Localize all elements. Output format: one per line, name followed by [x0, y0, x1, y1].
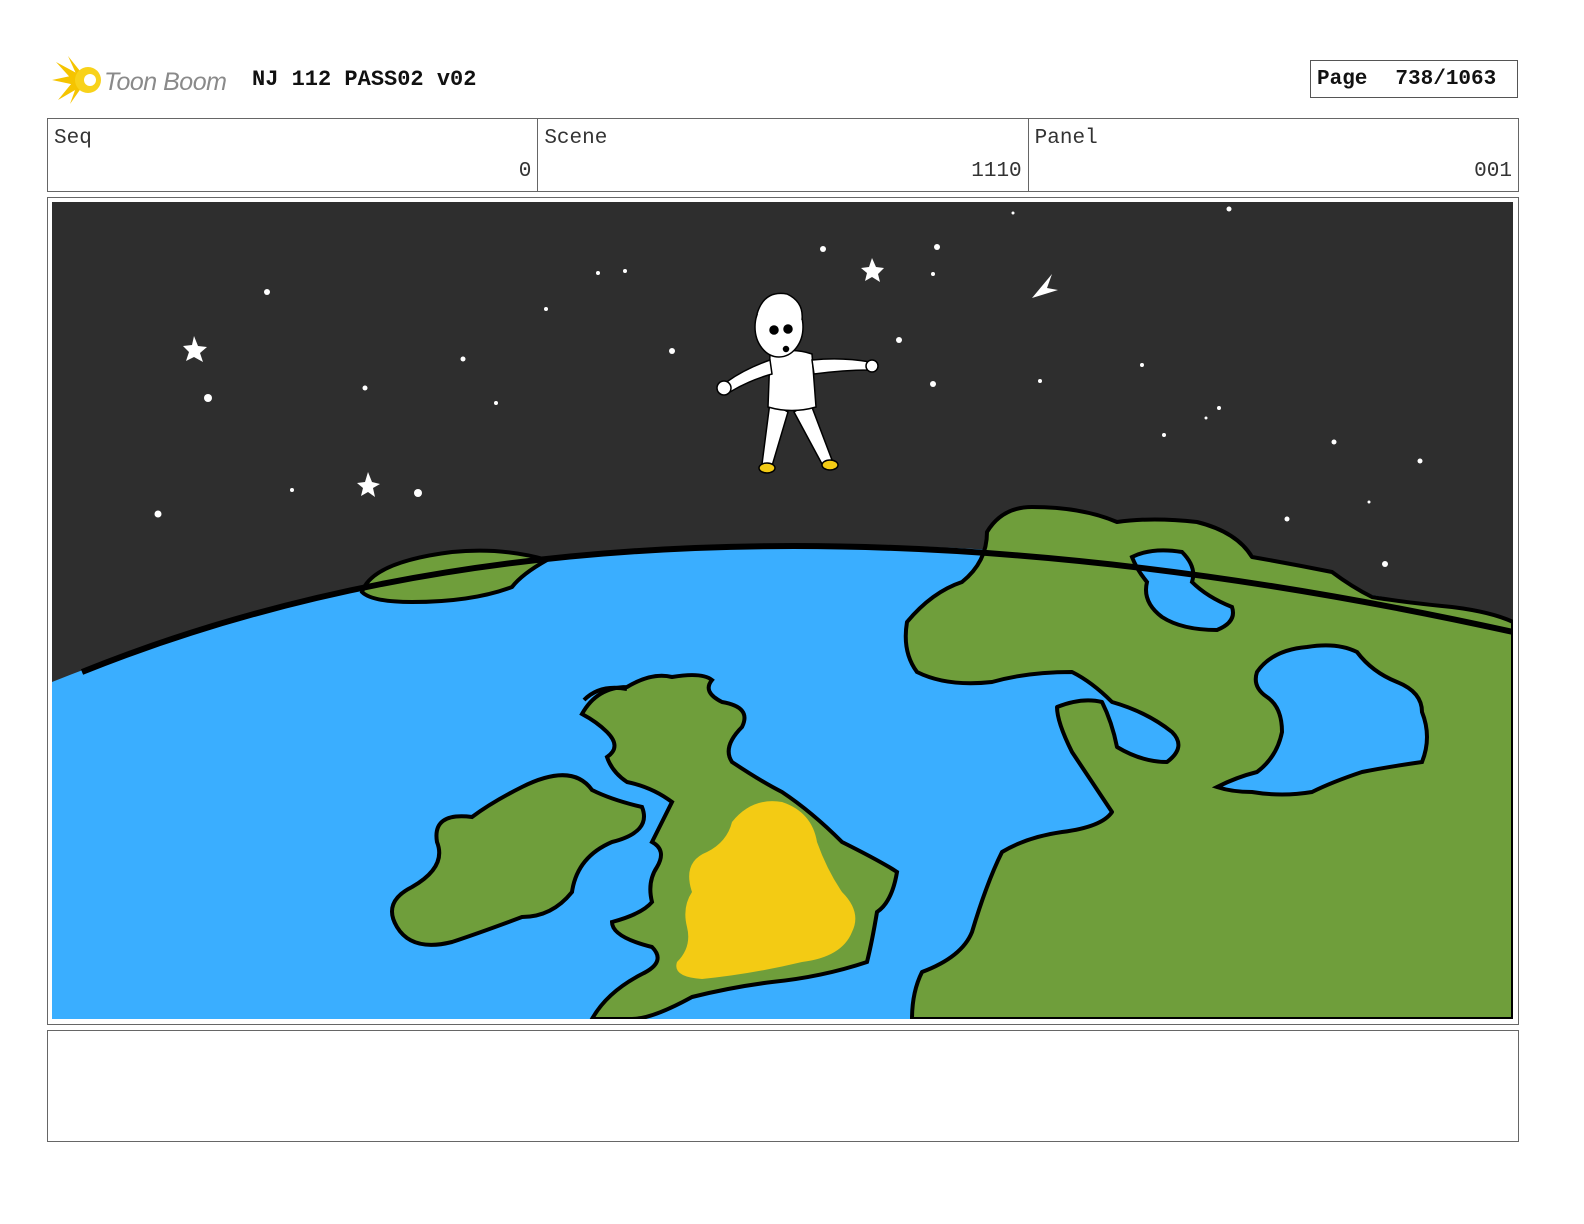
storyboard-panel — [47, 197, 1519, 1025]
panel-notes — [47, 1030, 1519, 1142]
page-indicator: Page 738/1063 — [1310, 60, 1518, 98]
logo-text: Toon Boom — [104, 68, 227, 96]
seq-cell: Seq 0 — [48, 119, 539, 191]
page-header: Toon Boom NJ 112 PASS02 v02 Page 738/106… — [48, 50, 1518, 110]
panel-label: Panel — [1034, 127, 1098, 150]
page-number: 738/1063 — [1395, 67, 1497, 91]
panel-info-table: Seq 0 Scene 1110 Panel 001 — [47, 118, 1519, 192]
page-label: Page — [1317, 67, 1368, 91]
seq-label: Seq — [54, 127, 92, 150]
panel-value: 001 — [1474, 160, 1512, 183]
star-burst-icon — [52, 56, 101, 104]
scene-label: Scene — [544, 127, 608, 150]
panel-cell: Panel 001 — [1029, 119, 1518, 191]
toon-boom-logo: Toon Boom — [50, 54, 240, 106]
project-title: NJ 112 PASS02 v02 — [252, 67, 477, 92]
seq-value: 0 — [518, 160, 532, 183]
earth-from-space-illustration — [52, 202, 1513, 1019]
panel-artwork — [52, 202, 1513, 1019]
scene-value: 1110 — [971, 160, 1022, 183]
scene-cell: Scene 1110 — [538, 119, 1029, 191]
